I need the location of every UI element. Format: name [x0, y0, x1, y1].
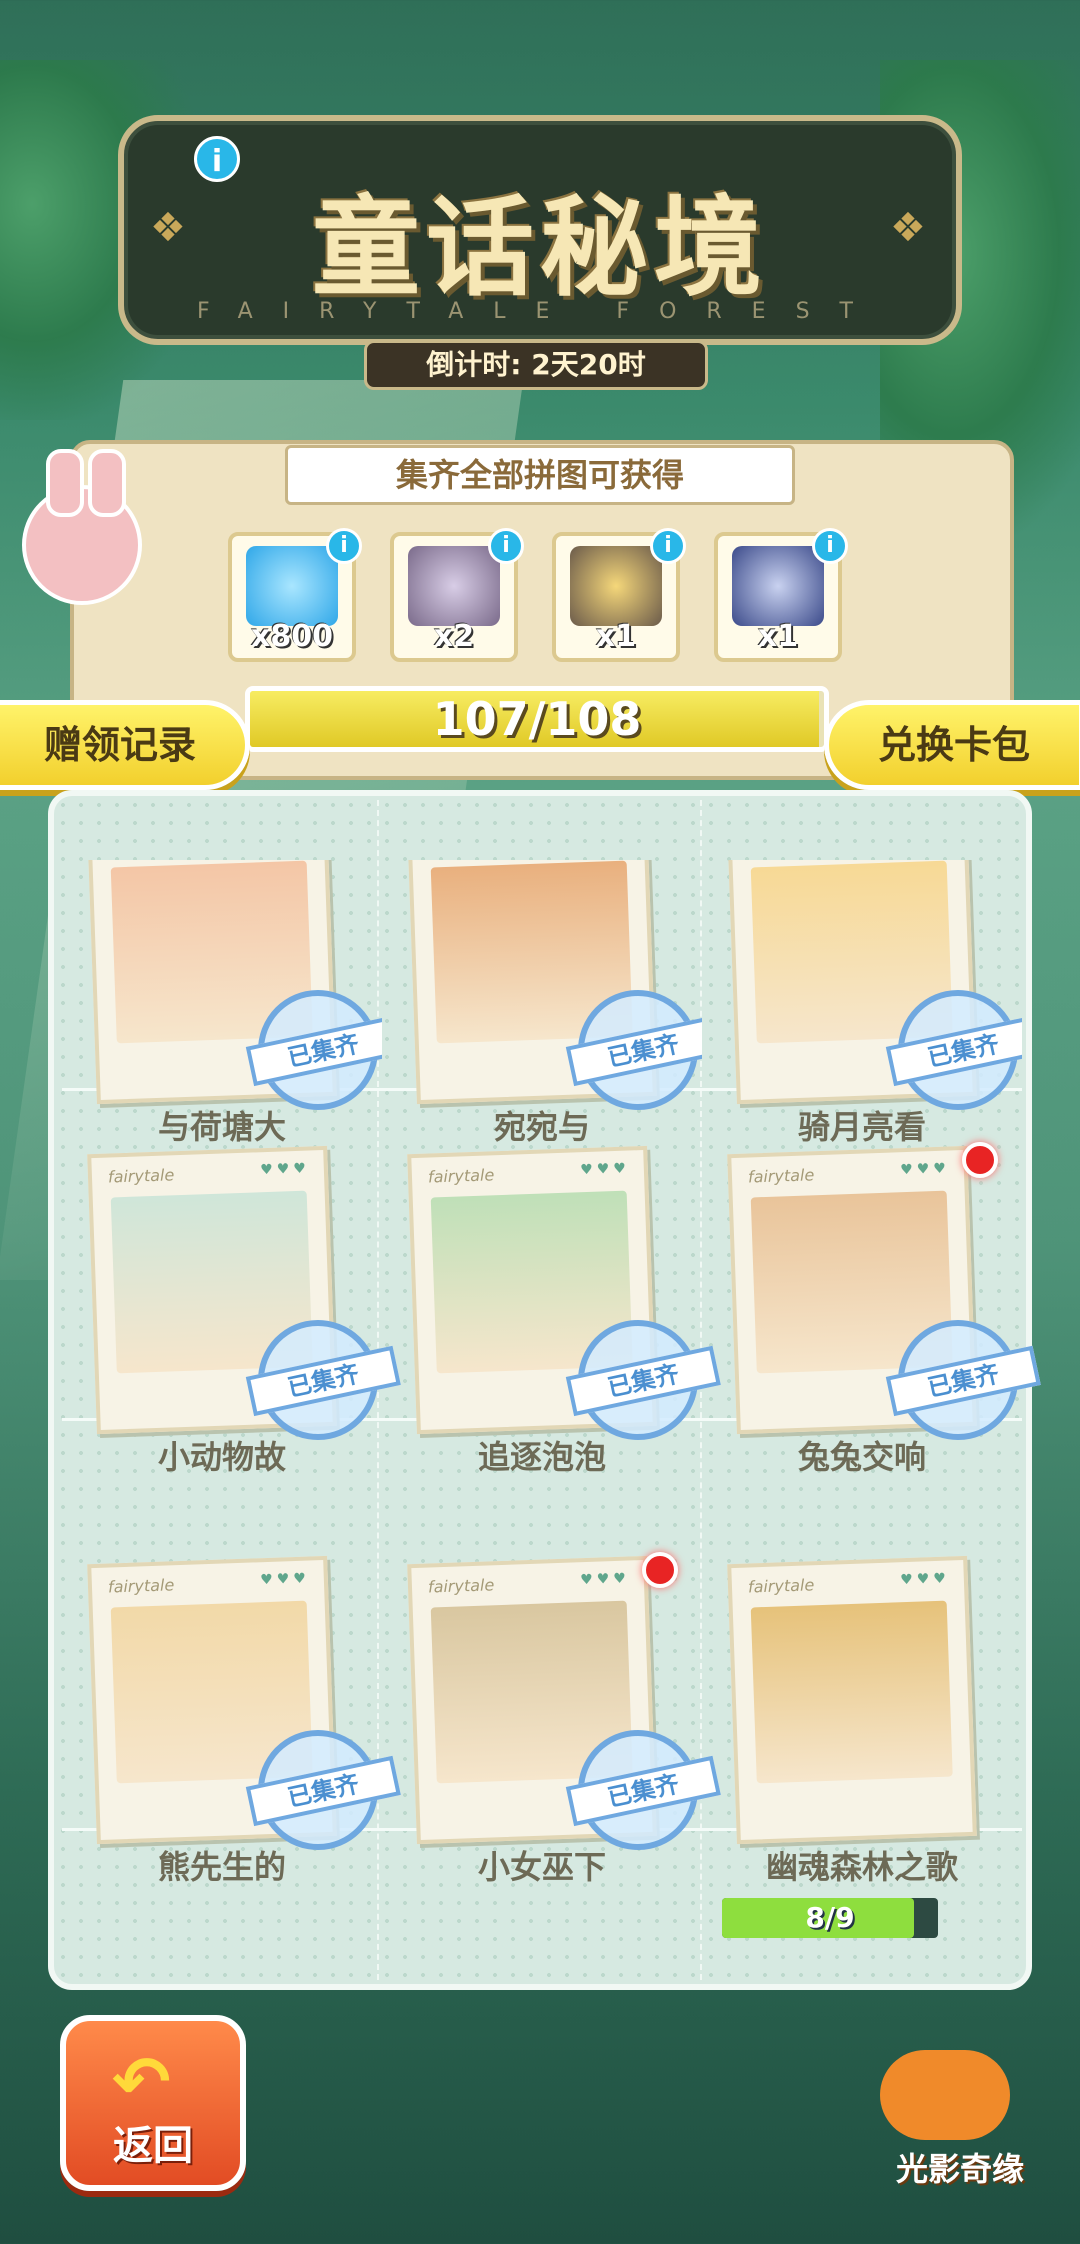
diamond-icon: [246, 546, 338, 626]
info-icon[interactable]: i: [488, 528, 524, 564]
collected-stamp-label: 已集齐: [245, 1345, 401, 1417]
reward-item[interactable]: x1 i: [552, 528, 686, 662]
ornament-right-icon: ❖: [890, 205, 926, 251]
card-artwork: [750, 1600, 953, 1784]
hearts-icon: ♥♥♥: [899, 1570, 951, 1589]
collected-stamp-label: 已集齐: [565, 1755, 721, 1827]
back-button[interactable]: ↶ 返回: [60, 2015, 246, 2191]
hearts-icon: ♥♥♥: [579, 1570, 631, 1589]
notification-dot: [642, 1552, 678, 1588]
card-brand: fairytale: [427, 1165, 495, 1187]
card-progress-bar: 8/9: [722, 1898, 938, 1938]
info-icon[interactable]: i: [194, 136, 240, 182]
notification-dot: [962, 1142, 998, 1178]
info-icon[interactable]: i: [650, 528, 686, 564]
exchange-pack-button[interactable]: 兑换卡包: [824, 700, 1080, 790]
logo-text: 光影奇缘: [895, 2150, 1024, 2188]
collected-stamp-label: 已集齐: [565, 1015, 702, 1087]
collected-stamp-label: 已集齐: [245, 1755, 401, 1827]
card-brand: fairytale: [107, 1165, 175, 1187]
reward-item[interactable]: x1 i: [714, 528, 848, 662]
collection-progress-text: 107/108: [432, 692, 642, 746]
hearts-icon: ♥♥♥: [259, 1160, 311, 1179]
collected-stamp-label: 已集齐: [885, 1015, 1022, 1087]
card-name: 幽魂森林之歌: [765, 1848, 958, 1886]
puzzle-card[interactable]: fairytale ♥♥♥ 熊先生的 已集齐: [62, 1555, 401, 1920]
reward-count: x1: [757, 619, 799, 654]
info-icon[interactable]: i: [812, 528, 848, 564]
back-button-label: 返回: [113, 2123, 193, 2169]
hearts-icon: ♥♥♥: [899, 1160, 951, 1179]
puzzle-card[interactable]: fairytale ♥♥♥ 宛宛与已集齐: [382, 860, 702, 1180]
star-card-icon: [570, 546, 662, 626]
collected-stamp-label: 已集齐: [245, 1015, 382, 1087]
puzzle-card[interactable]: fairytale ♥♥♥ 兔兔交响 已集齐: [702, 1142, 1041, 1510]
reward-count: x2: [433, 619, 475, 654]
reward-item[interactable]: x2 i: [390, 528, 524, 662]
page-subtitle: FAIRYTALE FOREST: [197, 299, 883, 324]
puzzle-card[interactable]: fairytale ♥♥♥ 与荷塘大已集齐: [62, 860, 382, 1180]
reward-count: x1: [595, 619, 637, 654]
puzzle-card[interactable]: fairytale ♥♥♥ 小女巫下 已集齐: [382, 1552, 721, 1920]
card-frame: fairytale ♥♥♥: [727, 1555, 977, 1845]
countdown-timer: 倒计时: 2天20时: [364, 340, 708, 390]
back-arrow-icon: ↶: [112, 2041, 171, 2123]
collected-stamp-label: 已集齐: [565, 1345, 721, 1417]
info-icon[interactable]: i: [326, 528, 362, 564]
hearts-icon: ♥♥♥: [259, 1570, 311, 1589]
mascot-logo-icon: [880, 2050, 1010, 2140]
collected-stamp-label: 已集齐: [885, 1345, 1041, 1417]
page-title: 童话秘境: [311, 186, 768, 311]
reward-count: x800: [251, 619, 333, 654]
puzzle-card[interactable]: fairytale ♥♥♥ 追逐泡泡 已集齐: [382, 1145, 721, 1510]
ornament-left-icon: ❖: [150, 205, 186, 251]
bunny-charm-icon: [22, 449, 142, 605]
puzzle-card[interactable]: fairytale ♥♥♥ 骑月亮看已集齐: [702, 860, 1022, 1180]
card-brand: fairytale: [747, 1165, 815, 1187]
card-progress-text: 8/9: [805, 1901, 855, 1934]
puzzle-card[interactable]: fairytale ♥♥♥ 小动物故 已集齐: [62, 1145, 401, 1510]
card-brand: fairytale: [427, 1575, 495, 1597]
gift-record-button[interactable]: 赠领记录: [0, 700, 250, 790]
title-banner: 童话秘境 FAIRYTALE FOREST: [118, 115, 962, 345]
witch-avatar-icon: [732, 546, 824, 626]
card-brand: fairytale: [747, 1575, 815, 1597]
puzzle-card[interactable]: fairytale ♥♥♥ 幽魂森林之歌 8/9: [702, 1555, 1022, 1938]
card-brand: fairytale: [107, 1575, 175, 1597]
lucky-cat-icon: [408, 546, 500, 626]
hearts-icon: ♥♥♥: [579, 1160, 631, 1179]
reward-item[interactable]: x800 i: [228, 528, 362, 662]
reward-header: 集齐全部拼图可获得: [285, 445, 795, 505]
